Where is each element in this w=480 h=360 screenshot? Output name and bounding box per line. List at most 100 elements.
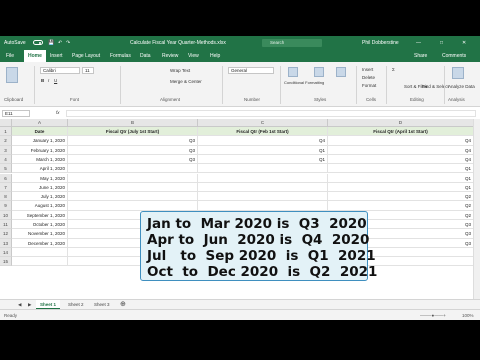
row-header[interactable]: 3	[0, 145, 12, 155]
date-cell[interactable]: March 1, 2020	[12, 154, 68, 165]
date-cell[interactable]	[12, 247, 68, 258]
header-cell[interactable]: Date	[12, 127, 68, 137]
row-header[interactable]: 15	[0, 257, 12, 267]
date-cell[interactable]: January 1, 2020	[12, 136, 68, 146]
row-header[interactable]: 1	[0, 127, 12, 137]
row-header[interactable]: 10	[0, 210, 12, 220]
tab-home[interactable]: Home	[24, 50, 46, 62]
fx-icon[interactable]: fx	[56, 110, 60, 115]
column-header-d[interactable]: D	[328, 119, 474, 127]
date-cell[interactable]: August 1, 2020	[12, 201, 68, 211]
autosave-toggle[interactable]	[33, 40, 43, 45]
tab-view[interactable]: View	[188, 53, 199, 59]
insert-button[interactable]: Insert	[362, 67, 373, 72]
fiscal-qtr-jul-cell[interactable]	[68, 201, 198, 211]
select-all-corner[interactable]	[0, 119, 12, 127]
close-icon[interactable]: ✕	[462, 40, 466, 46]
paste-icon[interactable]	[6, 67, 18, 83]
row-header[interactable]: 11	[0, 220, 12, 230]
tab-insert[interactable]: Insert	[50, 53, 63, 59]
comments-button[interactable]: Comments	[442, 53, 466, 59]
fiscal-qtr-jul-cell[interactable]: Q3	[68, 154, 198, 165]
column-header-b[interactable]: B	[68, 119, 198, 127]
date-cell[interactable]: September 1, 2020	[12, 210, 68, 220]
header-cell[interactable]: Fiscal Qtr (April 1st Start)	[328, 127, 474, 137]
row-header[interactable]: 6	[0, 173, 12, 183]
analyze-data-icon[interactable]	[452, 67, 464, 79]
font-name-select[interactable]: Calibri	[40, 67, 80, 74]
italic-icon[interactable]: I	[48, 78, 49, 83]
date-cell[interactable]: May 1, 2020	[12, 173, 68, 183]
fiscal-qtr-jul-cell[interactable]: Q3	[68, 136, 198, 146]
fiscal-qtr-apr-cell[interactable]: Q2	[328, 201, 474, 211]
save-icon[interactable]: 💾	[48, 40, 54, 46]
date-cell[interactable]: October 1, 2020	[12, 220, 68, 230]
fiscal-qtr-jul-cell[interactable]	[68, 173, 198, 183]
date-cell[interactable]: November 1, 2020	[12, 229, 68, 239]
row-header[interactable]: 12	[0, 229, 12, 239]
fiscal-qtr-apr-cell[interactable]: Q4	[328, 136, 474, 146]
column-header-c[interactable]: C	[198, 119, 328, 127]
fiscal-qtr-apr-cell[interactable]: Q1	[328, 173, 474, 183]
search-box[interactable]: Search	[262, 39, 322, 47]
tab-page-layout[interactable]: Page Layout	[72, 53, 100, 59]
font-size-select[interactable]: 11	[82, 67, 94, 74]
fiscal-qtr-jul-cell[interactable]	[68, 164, 198, 174]
bold-icon[interactable]: B	[41, 78, 44, 83]
fiscal-qtr-feb-cell[interactable]	[198, 173, 328, 183]
autosum-icon[interactable]: Σ	[392, 67, 395, 72]
fiscal-qtr-apr-cell[interactable]: Q2	[328, 192, 474, 202]
tab-data[interactable]: Data	[140, 53, 151, 59]
formula-input[interactable]	[66, 110, 476, 117]
header-cell[interactable]: Fiscal Qtr (July 1st Start)	[68, 127, 198, 137]
fiscal-qtr-feb-cell[interactable]	[198, 164, 328, 174]
vertical-scrollbar[interactable]	[473, 119, 480, 299]
row-header[interactable]: 7	[0, 182, 12, 193]
underline-icon[interactable]: U	[54, 78, 57, 83]
fiscal-qtr-apr-cell[interactable]: Q4	[328, 145, 474, 155]
fiscal-qtr-feb-cell[interactable]	[198, 201, 328, 211]
fiscal-qtr-feb-cell[interactable]	[198, 182, 328, 193]
header-cell[interactable]: Fiscal Qtr (Feb 1st Start)	[198, 127, 328, 137]
row-header[interactable]: 2	[0, 136, 12, 146]
format-as-table-icon[interactable]	[314, 67, 324, 77]
cell-styles-icon[interactable]	[336, 67, 346, 77]
fiscal-qtr-apr-cell[interactable]: Q1	[328, 164, 474, 174]
tab-file[interactable]: File	[6, 53, 14, 59]
merge-center-button[interactable]: Merge & Center	[170, 79, 202, 84]
zoom-slider[interactable]: –——●——+	[420, 313, 446, 318]
fiscal-qtr-feb-cell[interactable]: Q4	[198, 136, 328, 146]
wrap-text-button[interactable]: Wrap Text	[170, 68, 190, 73]
fiscal-qtr-jul-cell[interactable]	[68, 192, 198, 202]
row-header[interactable]: 5	[0, 164, 12, 174]
fiscal-qtr-jul-cell[interactable]: Q3	[68, 145, 198, 155]
fiscal-qtr-feb-cell[interactable]: Q1	[198, 145, 328, 155]
minimize-icon[interactable]: —	[416, 40, 421, 46]
restore-icon[interactable]: □	[440, 40, 443, 46]
fiscal-qtr-jul-cell[interactable]	[68, 182, 198, 193]
row-header[interactable]: 8	[0, 192, 12, 202]
fiscal-qtr-apr-cell[interactable]: Q4	[328, 154, 474, 165]
date-cell[interactable]: June 1, 2020	[12, 182, 68, 193]
format-button[interactable]: Format	[362, 83, 376, 88]
row-header[interactable]: 14	[0, 247, 12, 258]
date-cell[interactable]: July 1, 2020	[12, 192, 68, 202]
row-header[interactable]: 13	[0, 238, 12, 248]
number-format-select[interactable]: General	[228, 67, 274, 74]
conditional-formatting-icon[interactable]	[288, 67, 298, 77]
tab-formulas[interactable]: Formulas	[110, 53, 131, 59]
share-button[interactable]: Share	[414, 53, 427, 59]
date-cell[interactable]: February 1, 2020	[12, 145, 68, 155]
column-header-a[interactable]: A	[12, 119, 68, 127]
row-header[interactable]: 9	[0, 201, 12, 211]
name-box[interactable]: E11	[2, 110, 30, 117]
fiscal-qtr-apr-cell[interactable]: Q1	[328, 182, 474, 193]
tab-help[interactable]: Help	[210, 53, 220, 59]
redo-icon[interactable]: ↷	[66, 40, 70, 46]
fiscal-qtr-feb-cell[interactable]: Q1	[198, 154, 328, 165]
date-cell[interactable]	[12, 257, 68, 267]
row-header[interactable]: 4	[0, 154, 12, 165]
date-cell[interactable]: April 1, 2020	[12, 164, 68, 174]
undo-icon[interactable]: ↶	[58, 40, 62, 46]
date-cell[interactable]: December 1, 2020	[12, 238, 68, 248]
